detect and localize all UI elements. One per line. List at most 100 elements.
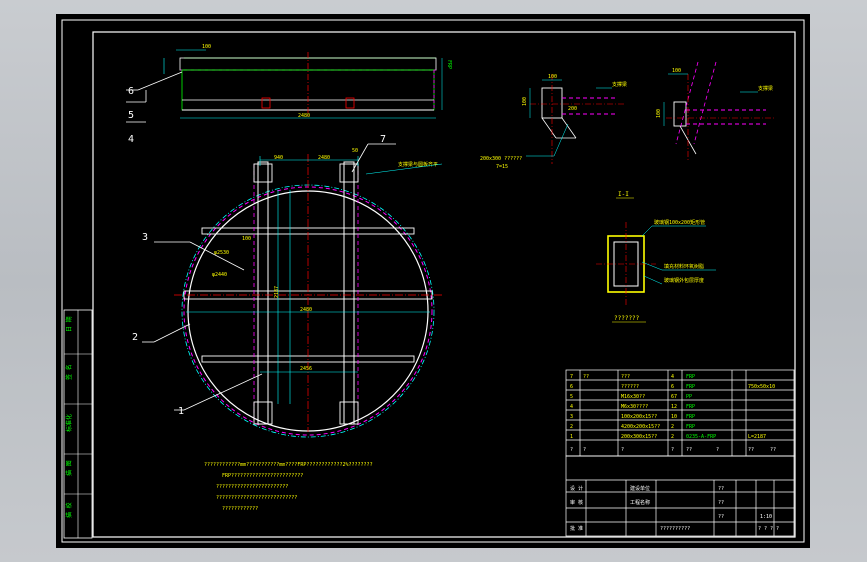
tb-owner: 建设单位 [630,485,650,492]
tb-right-3: ?? [718,514,724,520]
detail-b-label: 支撑梁 [758,85,773,92]
detail-a-label: 支撑梁 [612,81,627,88]
callout-4: 4 [128,134,134,145]
bom-cell-no: 7 [570,374,573,380]
detail-a-dim-d: 200 [568,106,577,112]
side-strip-trace: 描 图 [65,460,73,476]
callout-5: 5 [128,110,134,121]
tb-drawing-title: ?????????? [660,526,690,532]
dim-center-vertical: 2187 [274,286,280,298]
bom-header-cell: ?? [770,447,776,453]
section-i-i: I-I 玻璃钢100x200矩形管 填充材料环氧树脂 玻璃钢外包层厚度 ????… [596,191,716,323]
bom-cell-no: 5 [570,394,573,400]
bom-cell-name: ?????? [621,384,639,390]
vertical-beams [257,161,355,425]
tb-right-2: ?? [718,500,724,506]
bom-cell-mat: 0235-A-FRP [686,434,716,440]
section-note-right1: 填充材料环氧树脂 [664,263,704,270]
bom-header-cell: ? [671,447,674,453]
detail-a: 100 100 200 支撑梁 200x300 ?????? 7=15 [480,74,627,170]
bom-cell-mat: FRP [686,404,695,410]
detail-a-dim-h: 100 [522,97,528,106]
detail-a-dim-w: 100 [548,74,557,80]
notes: ????????????mm???????????mm????FRP??????… [204,462,373,512]
side-strip-standard: 标准化 [65,414,73,432]
section-note-top: 玻璃钢100x200矩形管 [654,219,705,226]
bom-cell-mat: PP [686,394,692,400]
tb-project: 工程名称 [630,499,650,506]
main-view: 940 2480 50 100 2187 2480 2456 φ2530 φ24… [132,134,444,438]
top-view: 2480 100 FRP 6 5 4 [126,44,452,145]
bom-header-cell: ? [583,447,586,453]
callout-7: 7 [380,134,386,145]
callout-3: 3 [142,232,148,243]
side-strip-sign: 签 名 [65,364,73,380]
bom-cell-qty: 67 [671,394,677,400]
bom-cell-note: 750x50x10 [748,384,775,390]
bom-header-cell: ?? [748,447,754,453]
dim-mid: 100 [242,236,251,242]
note-line-3: ???????????????????????? [216,484,288,490]
bom-cell-mat: FRP [686,374,695,380]
bom-header-cell: ?? [686,447,692,453]
title-block [565,455,795,537]
dim-top-b: 2480 [318,155,330,161]
bom-cell-qty: 2 [671,434,674,440]
detail-a-note1: 200x300 ?????? [480,156,522,162]
bom-cell-qty: 2 [671,424,674,430]
detail-b: 100 100 支撑梁 [656,61,776,162]
bom-cell-qty: 10 [671,414,677,420]
tb-approve: 批 准 [570,525,583,532]
callout-2: 2 [132,332,138,343]
bom-cell-name: 4200x200x15?? [621,424,660,430]
bom-cell-no: 3 [570,414,573,420]
bom-cell-mat: FRP [686,424,695,430]
section-title: I-I [618,191,629,198]
bom-cell-note: L=2187 [748,434,766,440]
bom-cell-qty: 4 [671,374,674,380]
bom-header-cell: ? [716,447,719,453]
detail-a-note2: 7=15 [496,164,508,170]
bom-cell-mat: FRP [686,384,695,390]
ring-label-outer: φ2530 [214,250,229,256]
dim-top-c: 50 [352,148,358,154]
note-line-1: ????????????mm???????????mm????FRP??????… [204,462,373,468]
top-view-dim-length: 2480 [298,113,310,119]
section-caption: ??????? [614,315,640,322]
dim-lower: 2456 [300,366,312,372]
note-line-5: ???????????? [222,506,258,512]
bom-cell-name: M16x30?? [621,394,645,400]
tb-scale: 1:10 [760,514,772,520]
bom-cell-name: 100x200x15?? [621,414,657,420]
cad-viewport[interactable]: 日 期 签 名 标准化 描 图 描 校 2480 100 FRP 6 5 4 9… [0,0,867,562]
callout-6: 6 [128,86,134,97]
bom-cell-name: M6x30???? [621,404,648,410]
cad-drawing-canvas: 日 期 签 名 标准化 描 图 描 校 2480 100 FRP 6 5 4 9… [61,19,805,543]
bom-header-cell: ? [570,447,573,453]
bom-cell-code: ?? [583,374,589,380]
bom-text: 7????? 4 FRP 6?????? 6 FRP 750x50x10 5 M16x30?? 6… [570,374,776,453]
section-note-right2: 玻璃钢外包层厚度 [664,277,704,284]
bom-cell-mat: FRP [686,414,695,420]
bom-table [565,369,795,457]
tb-right-1: ?? [718,486,724,492]
side-strip-date: 日 期 [65,316,73,332]
tb-review: 审 核 [570,499,583,506]
tb-design: 设 计 [570,485,583,492]
top-view-dim-top: 100 [202,44,211,50]
bom-cell-qty: 6 [671,384,674,390]
side-strip-check: 描 校 [65,502,73,518]
bom-cell-qty: 12 [671,404,677,410]
bom-cell-name: ??? [621,374,630,380]
callout-1: 1 [178,406,184,417]
bom-cell-no: 2 [570,424,573,430]
bom-cell-no: 6 [570,384,573,390]
dim-top-a: 940 [274,155,283,161]
inner-frame [92,31,796,538]
side-strip: 日 期 签 名 标准化 描 图 描 校 [63,309,93,539]
detail-b-dim-h: 100 [656,109,662,118]
bom-header-cell: ? [621,447,624,453]
detail-b-dim-w: 100 [672,68,681,74]
drawing-sheet: 日 期 签 名 标准化 描 图 描 校 2480 100 FRP 6 5 4 9… [56,14,810,548]
note-line-4: ??????????????????????????? [216,495,297,501]
